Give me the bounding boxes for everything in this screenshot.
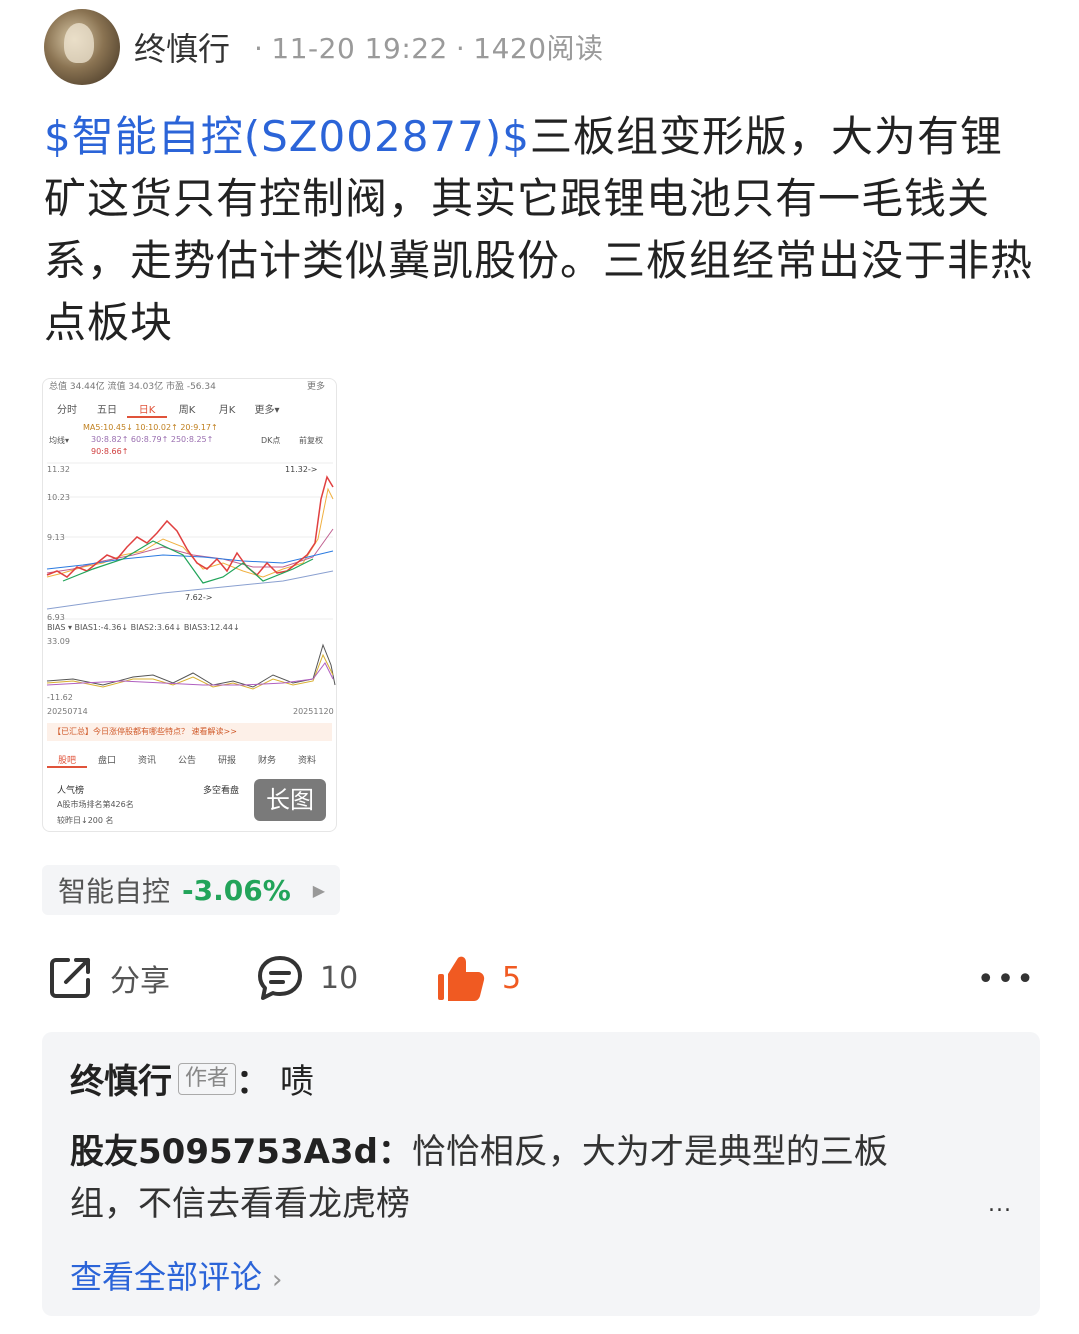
thumb-tabs: 分时 五日 日K 周K 月K 更多▾ [47,401,336,418]
share-button[interactable]: 分享 [46,948,170,1008]
post-body: $智能自控(SZ002877)$三板组变形版，大为有锂矿这货只有控制阀，其实它跟… [44,106,1034,354]
comment-separator: ： [236,1062,271,1102]
comments-preview: 终慎行 作者 ： 啧 股友5095753A3d：恰恰相反，大为才是典型的三板组，… [42,1032,1040,1316]
post-time: 11-20 19:22 [271,32,448,65]
meta-separator: · [254,32,264,65]
thumb-subtab: 盘口 [97,756,116,766]
thumb-subtab: 资料 [297,756,316,766]
comment-more-icon[interactable]: ... [988,1192,1012,1217]
thumb-ma3: 90:8.66↑ [91,447,129,456]
meta-separator: · [455,32,466,65]
thumb-bias-label: BIAS ▾ BIAS1:-4.36↓ BIAS2:3.64↓ BIAS3:12… [47,623,240,632]
more-options-icon[interactable]: ••• [977,962,1036,997]
avatar[interactable] [44,9,120,85]
thumb-bias-high: 33.09 [47,637,70,646]
stock-chip[interactable]: 智能自控 -3.06% ▶ [42,865,340,915]
read-count: 1420阅读 [473,32,604,65]
thumb-tab-active: 日K [127,401,167,418]
comment-author[interactable]: 股友5095753A3d [70,1132,378,1172]
post-meta: · 11-20 19:22 · 1420阅读 [246,27,604,67]
chevron-right-icon: ▶ [312,880,326,900]
stock-chip-name: 智能自控 [58,875,171,908]
comment-item[interactable]: 终慎行 作者 ： 啧 [70,1054,314,1103]
thumb-price-mid: 10.23 [47,493,70,502]
thumbs-up-icon [438,956,485,1001]
stock-chip-change: -3.06% [182,873,291,907]
thumb-bias-low: -11.62 [47,693,73,702]
thumb-subtab: 财务 [257,756,276,766]
thumb-date-end: 20251120 [293,707,334,716]
thumb-subtab: 资讯 [137,756,156,766]
thumb-tab: 分时 [57,405,77,416]
comment-item[interactable]: 股友5095753A3d：恰恰相反，大为才是典型的三板组，不信去看看龙虎榜 [70,1126,950,1230]
comment-icon [258,956,302,1000]
share-label: 分享 [110,964,170,999]
thumb-price-bottom: 6.93 [47,613,65,622]
comment-separator: ： [377,1132,412,1172]
share-icon [50,958,90,998]
thumb-stats: 总值 34.44亿 流值 34.03亿 市盈 -56.34 [49,382,216,392]
thumb-subtabs: 股吧 盘口 资讯 公告 研报 财务 资料 [47,753,336,768]
thumb-fq: 前复权 [299,436,323,445]
like-count: 5 [502,960,522,996]
thumb-tab: 周K [178,405,196,416]
comment-button[interactable]: 10 [256,948,358,1008]
post-header: 终慎行 · 11-20 19:22 · 1420阅读 [44,8,604,86]
thumb-notice: 【已汇总】今日涨停股都有哪些特点？ 速看解读>> [47,723,332,741]
thumb-price-min-tag: 7.62-> [185,593,213,602]
like-button[interactable]: 5 [436,948,521,1008]
thumb-subtab: 研报 [217,756,236,766]
thumb-more: 更多 [307,382,326,392]
thumb-tab: 五日 [97,405,117,416]
stock-link[interactable]: $智能自控(SZ002877)$ [44,112,530,161]
comment-author[interactable]: 终慎行 [70,1054,172,1103]
thumb-tab: 更多▾ [254,405,280,416]
author-badge: 作者 [178,1062,237,1095]
post-actions: 分享 10 5 ••• [46,948,1036,1008]
view-all-label: 查看全部评论 [70,1258,263,1296]
comment-count: 10 [320,960,359,996]
thumb-ma1: MA5:10.45↓ 10:10.02↑ 20:9.17↑ [83,423,218,432]
chevron-right-icon: › [272,1265,283,1295]
thumb-price-max-tag: 11.32-> [285,465,318,474]
thumb-price-low: 9.13 [47,533,65,542]
thumb-subtab: 公告 [177,756,196,766]
author-name[interactable]: 终慎行 [134,24,230,70]
comment-text: 啧 [280,1062,315,1102]
thumb-tab: 月K [218,405,236,416]
long-image-badge: 长图 [254,779,326,821]
thumb-subtab: 股吧 [47,753,87,768]
view-all-comments-link[interactable]: 查看全部评论 › [70,1252,282,1298]
chart-screenshot-thumbnail[interactable]: 总值 34.44亿 流值 34.03亿 市盈 -56.34 更多 分时 五日 日K 周… [42,378,337,832]
